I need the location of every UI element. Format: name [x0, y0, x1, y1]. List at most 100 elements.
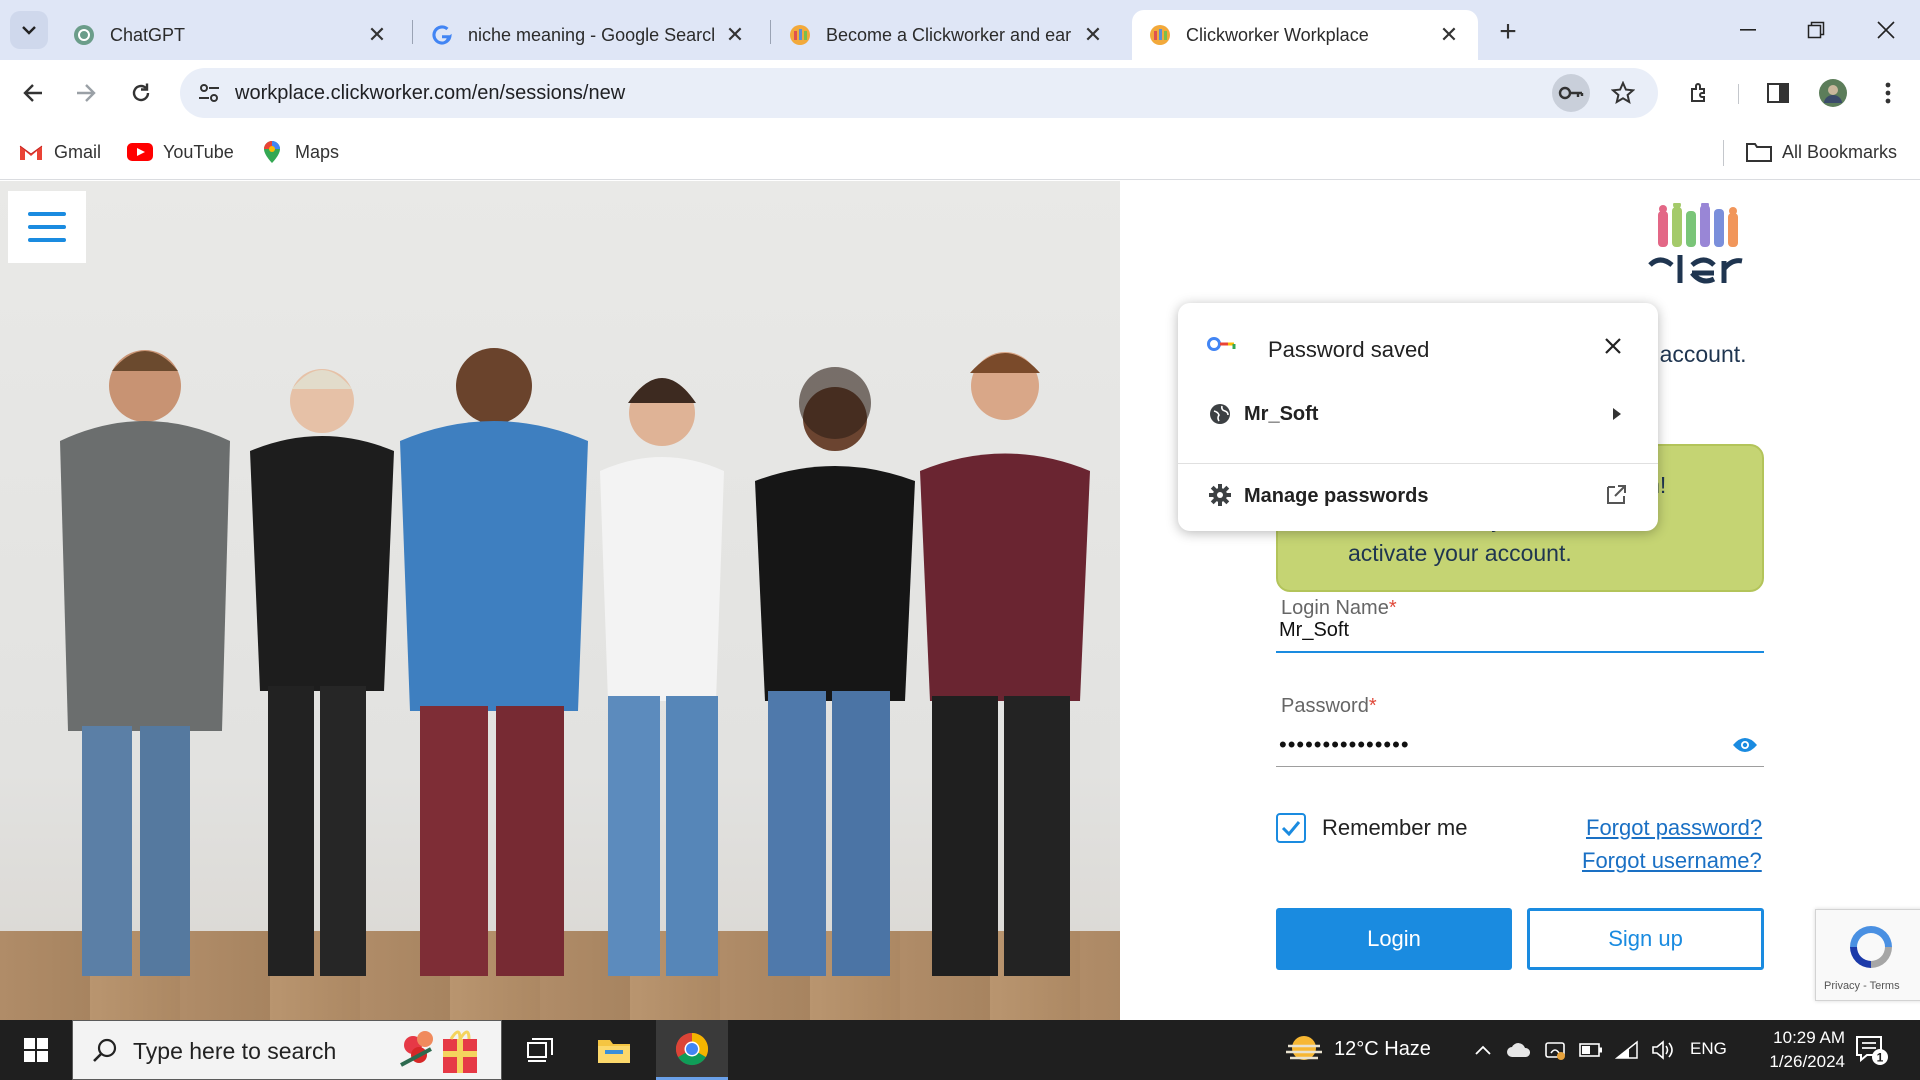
recaptcha-badge[interactable]: Privacy - Terms — [1815, 909, 1920, 1001]
windows-taskbar: Type here to search 12°C Haze ENG 10:29 … — [0, 1020, 1920, 1080]
tab-chatgpt[interactable]: ChatGPT ✕ — [56, 10, 406, 60]
volume-tray-icon[interactable] — [1650, 1038, 1676, 1062]
folder-icon — [598, 1040, 630, 1063]
security-tray-icon[interactable] — [1542, 1038, 1568, 1062]
reload-button[interactable] — [121, 73, 161, 113]
clickworker-icon — [788, 23, 812, 47]
login-name-input[interactable] — [1276, 609, 1764, 653]
signup-button[interactable]: Sign up — [1527, 908, 1764, 970]
password-input[interactable] — [1276, 723, 1764, 767]
menu-button[interactable] — [8, 191, 86, 263]
required-marker: * — [1368, 695, 1377, 717]
forward-button[interactable] — [66, 73, 106, 113]
forgot-password-link[interactable]: Forgot password? — [1586, 815, 1762, 841]
language-indicator[interactable]: ENG — [1690, 1039, 1727, 1059]
address-bar[interactable]: workplace.clickworker.com/en/sessions/ne… — [180, 68, 1658, 118]
google-icon — [430, 23, 454, 47]
tab-clickworker-earn[interactable]: Become a Clickworker and earn ✕ — [772, 10, 1122, 60]
close-icon — [1877, 21, 1895, 39]
bookmark-star-button[interactable] — [1604, 74, 1642, 112]
close-icon[interactable]: ✕ — [364, 22, 390, 48]
tab-separator — [412, 20, 413, 44]
tab-search-button[interactable] — [10, 11, 48, 49]
alert-line: activate your account. — [1348, 540, 1572, 566]
remember-me-label: Remember me — [1322, 815, 1468, 840]
start-button[interactable] — [0, 1020, 72, 1080]
popup-close-button[interactable] — [1598, 331, 1628, 361]
chrome-menu-button[interactable] — [1868, 73, 1908, 113]
taskbar-search-box[interactable]: Type here to search — [72, 1020, 502, 1080]
clock-date: 1/26/2024 — [1769, 1052, 1845, 1071]
profile-avatar[interactable] — [1813, 73, 1853, 113]
saved-account-name: Mr_Soft — [1244, 403, 1319, 425]
battery-tray-icon[interactable] — [1578, 1038, 1604, 1062]
notification-icon[interactable]: 1 — [1854, 1034, 1888, 1066]
minimize-button[interactable] — [1720, 8, 1776, 52]
side-panel-button[interactable] — [1758, 73, 1798, 113]
bookmark-maps[interactable]: Maps — [259, 138, 339, 166]
tab-google-search[interactable]: niche meaning - Google Search ✕ — [414, 10, 764, 60]
forgot-username-link[interactable]: Forgot username? — [1582, 848, 1762, 874]
chrome-taskbar-button[interactable] — [656, 1020, 728, 1080]
chrome-icon — [675, 1032, 709, 1065]
back-button[interactable] — [13, 73, 53, 113]
hero-photo — [0, 181, 1120, 1020]
gift-flowers-icon — [400, 1030, 477, 1073]
weather-text[interactable]: 12°C Haze — [1334, 1038, 1431, 1061]
password-saved-popup: Password saved Mr_Soft Manage passwords — [1178, 303, 1658, 531]
password-label-text: Password — [1281, 695, 1369, 717]
all-bookmarks-label: All Bookmarks — [1782, 141, 1898, 162]
login-button[interactable]: Login — [1276, 908, 1512, 970]
notification-count: 1 — [1877, 1051, 1884, 1065]
close-window-button[interactable] — [1858, 8, 1914, 52]
restore-button[interactable] — [1788, 8, 1844, 52]
restore-icon — [1807, 21, 1825, 39]
speaker-icon — [1652, 1040, 1673, 1060]
password-key-button[interactable] — [1552, 74, 1590, 112]
system-clock[interactable]: 10:29 AM 1/26/2024 — [1735, 1026, 1845, 1074]
show-hidden-icons-button[interactable] — [1470, 1038, 1496, 1062]
saved-account-row[interactable]: Mr_Soft — [1178, 387, 1658, 443]
gmail-icon — [18, 141, 44, 163]
wifi-icon — [1615, 1040, 1638, 1059]
recaptcha-icon — [1850, 926, 1892, 968]
popup-title: Password saved — [1268, 337, 1430, 362]
tab-title: niche meaning - Google Search — [468, 24, 714, 45]
chevron-down-icon — [22, 26, 36, 35]
site-info-icon[interactable] — [192, 76, 226, 110]
bookmark-gmail[interactable]: Gmail — [18, 138, 101, 166]
task-view-button[interactable] — [504, 1020, 576, 1080]
tab-title: Clickworker Workplace — [1186, 24, 1369, 45]
close-icon[interactable]: ✕ — [722, 22, 748, 48]
manage-passwords-row[interactable]: Manage passwords — [1178, 465, 1658, 527]
tab-title: Become a Clickworker and earn — [826, 24, 1072, 45]
checkmark-icon — [1281, 821, 1301, 836]
remember-me-checkbox[interactable] — [1276, 813, 1306, 843]
tab-clickworker-workplace[interactable]: Clickworker Workplace ✕ — [1132, 10, 1478, 60]
close-icon[interactable]: ✕ — [1080, 22, 1106, 48]
arrow-left-icon — [23, 84, 42, 102]
extensions-button[interactable] — [1680, 73, 1720, 113]
chevron-right-icon — [1613, 408, 1621, 420]
all-bookmarks-button[interactable]: All Bookmarks — [1746, 138, 1897, 166]
network-tray-icon[interactable] — [1614, 1038, 1640, 1062]
open-external-icon — [1607, 485, 1626, 504]
close-icon[interactable]: ✕ — [1436, 22, 1462, 48]
show-password-button[interactable] — [1730, 733, 1760, 757]
web-page: Welcome back! Please login to your accou… — [0, 181, 1920, 1020]
arrow-right-icon — [77, 84, 96, 102]
globe-icon — [1210, 404, 1230, 424]
file-explorer-button[interactable] — [578, 1020, 650, 1080]
avatar-icon — [1819, 79, 1847, 107]
onedrive-tray-icon[interactable] — [1506, 1038, 1532, 1062]
star-icon — [1611, 81, 1635, 105]
url-text: workplace.clickworker.com/en/sessions/ne… — [235, 82, 626, 104]
plus-icon: + — [1499, 15, 1517, 48]
recaptcha-links[interactable]: Privacy - Terms — [1824, 980, 1900, 992]
reload-icon — [132, 83, 150, 102]
new-tab-button[interactable]: + — [1490, 14, 1526, 50]
bookmark-label: Gmail — [54, 141, 102, 162]
bookmark-label: Maps — [295, 141, 340, 162]
bookmark-youtube[interactable]: YouTube — [127, 138, 234, 166]
folder-icon — [1746, 141, 1772, 163]
